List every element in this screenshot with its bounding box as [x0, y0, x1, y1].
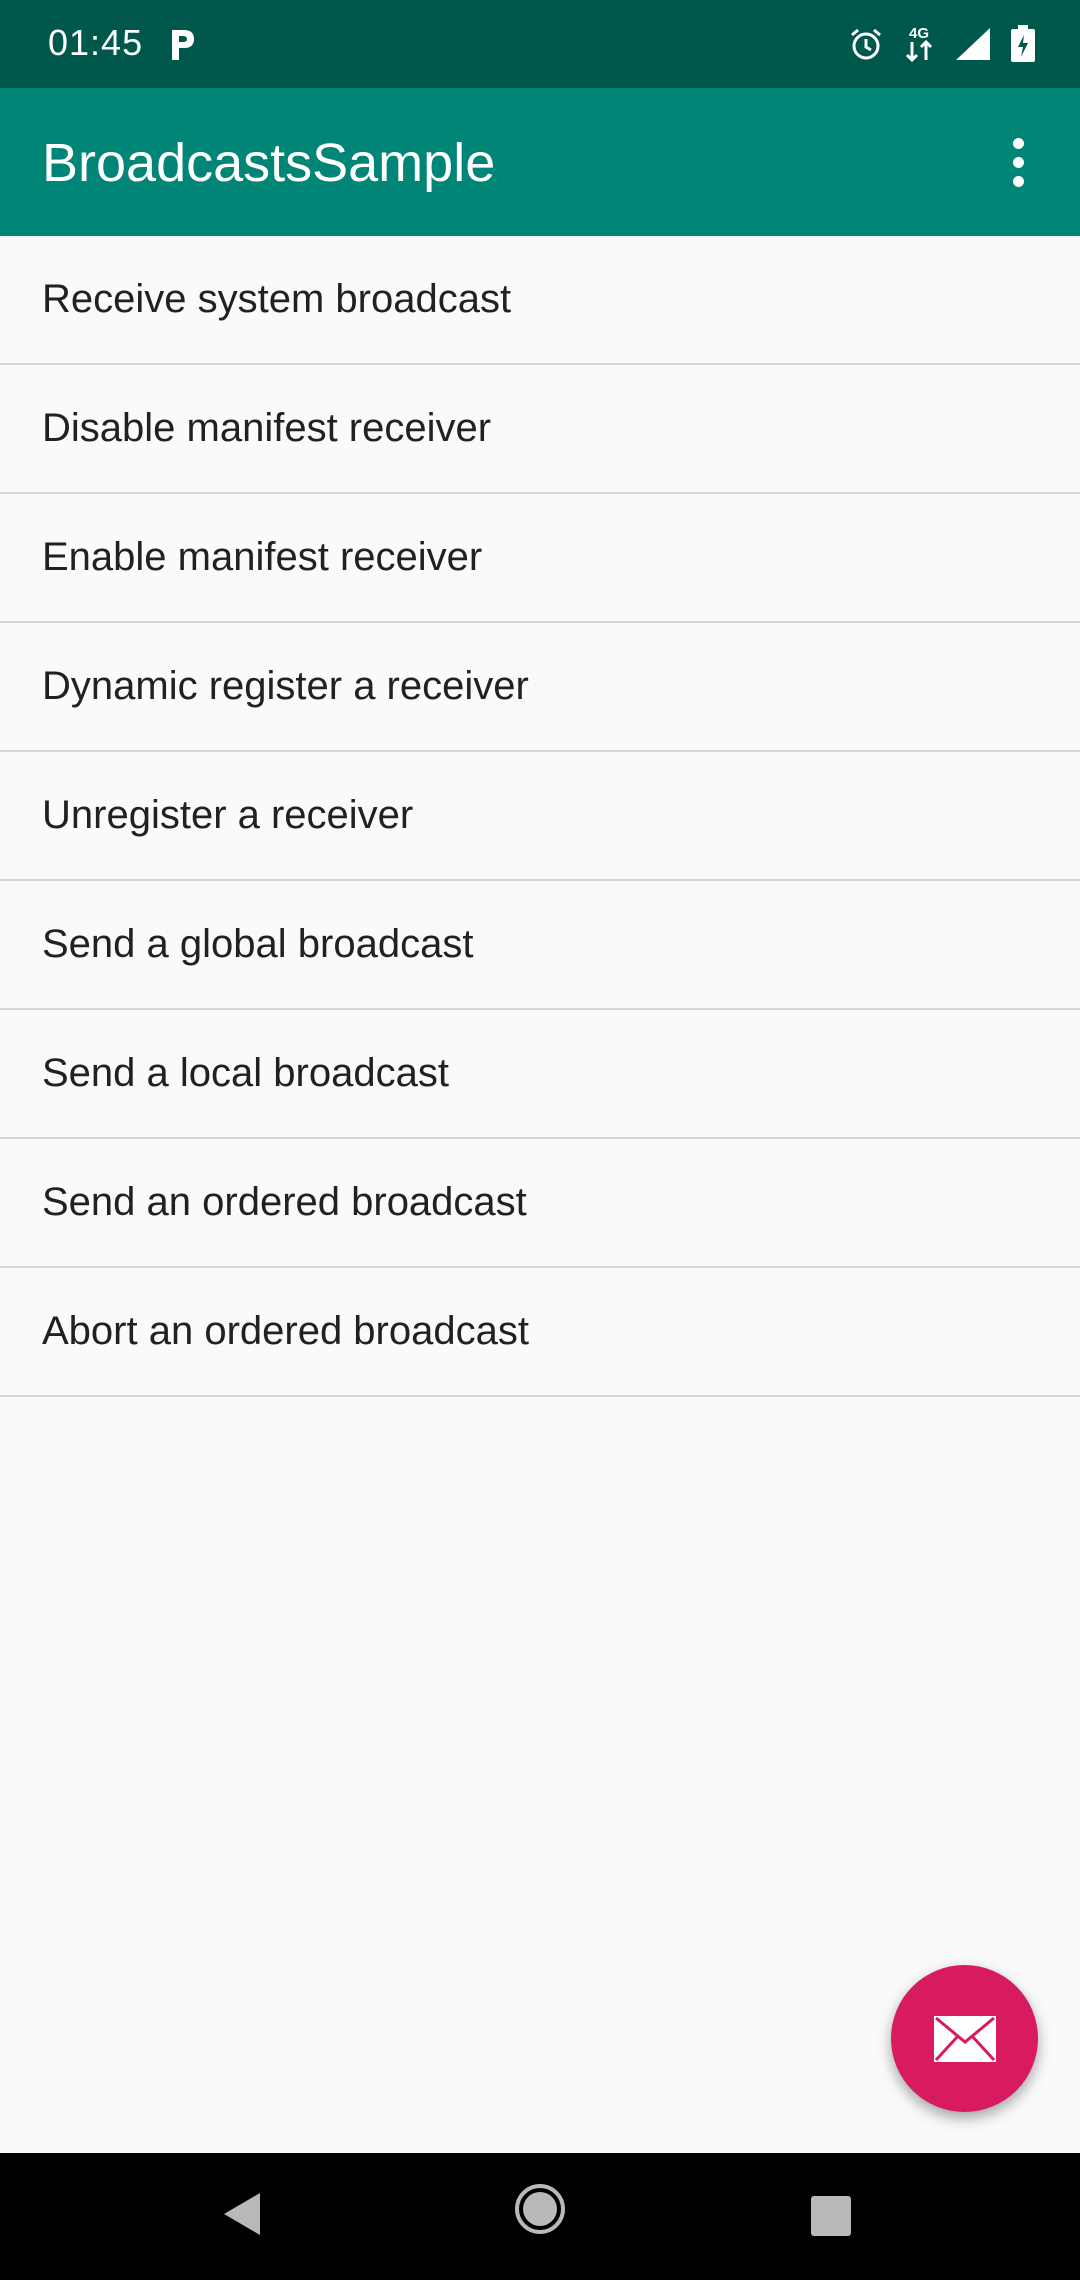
more-options-button[interactable] [986, 128, 1050, 196]
list-item-label: Abort an ordered broadcast [42, 1309, 529, 1353]
list-item-label: Send a global broadcast [42, 922, 474, 966]
more-vert-dot [1012, 175, 1024, 187]
app-title: BroadcastsSample [42, 133, 496, 193]
more-vert-dot [1012, 156, 1024, 168]
system-nav-bar [0, 2153, 1080, 2280]
app-bar: BroadcastsSample [0, 88, 1080, 236]
signal-icon [956, 28, 990, 60]
parking-icon [172, 30, 194, 60]
list-item-enable-manifest-receiver[interactable]: Enable manifest receiver [0, 494, 1080, 623]
status-time: 01:45 [48, 22, 144, 63]
status-icons: 4G [848, 24, 1036, 64]
battery-icon [1011, 25, 1035, 62]
network-label: 4G [909, 25, 929, 42]
list-item-send-global-broadcast[interactable]: Send a global broadcast [0, 881, 1080, 1010]
action-list: Receive system broadcast Disable manifes… [0, 236, 1080, 1397]
list-item-unregister-receiver[interactable]: Unregister a receiver [0, 752, 1080, 881]
list-item-label: Receive system broadcast [42, 277, 512, 321]
list-item-receive-system-broadcast[interactable]: Receive system broadcast [0, 236, 1080, 365]
list-item-send-ordered-broadcast[interactable]: Send an ordered broadcast [0, 1139, 1080, 1268]
list-item-send-local-broadcast[interactable]: Send a local broadcast [0, 1010, 1080, 1139]
back-icon[interactable] [220, 2189, 264, 2239]
list-item-label: Send an ordered broadcast [42, 1180, 527, 1224]
more-vert-icon [1012, 137, 1024, 149]
list-item-disable-manifest-receiver[interactable]: Disable manifest receiver [0, 365, 1080, 494]
list-item-label: Disable manifest receiver [42, 406, 492, 450]
list-item-label: Unregister a receiver [42, 793, 414, 837]
list-item-label: Dynamic register a receiver [42, 664, 529, 708]
list-item-dynamic-register-receiver[interactable]: Dynamic register a receiver [0, 623, 1080, 752]
alarm-icon [851, 28, 881, 60]
home-icon[interactable] [514, 2183, 566, 2235]
mail-icon [933, 2015, 996, 2062]
recents-icon[interactable] [811, 2196, 851, 2236]
status-bar: 01:45 4G [0, 0, 1080, 88]
network-4g-icon: 4G [905, 25, 933, 63]
list-item-abort-ordered-broadcast[interactable]: Abort an ordered broadcast [0, 1268, 1080, 1397]
list-item-label: Enable manifest receiver [42, 535, 483, 579]
list-item-label: Send a local broadcast [42, 1051, 449, 1095]
send-mail-fab[interactable] [891, 1965, 1038, 2112]
